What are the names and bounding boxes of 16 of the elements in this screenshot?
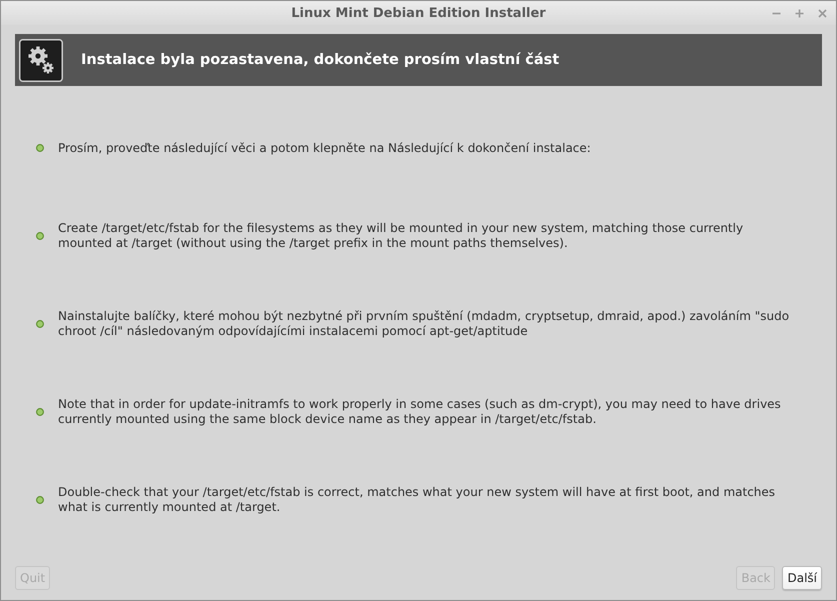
bullet-dot-icon xyxy=(36,144,44,152)
maximize-icon[interactable] xyxy=(795,9,804,18)
bullet-dot-icon xyxy=(36,320,44,328)
step-text: Prosím, proveďte následující věci a potom klepněte na Následující k dokončení instalace: xyxy=(58,140,591,156)
step-text: Create /target/etc/fstab for the filesystems as they will be mounted in your new system, matching those currently mounted at /target (without using the /target prefix in the mount paths themselves). xyxy=(58,221,744,251)
next-button[interactable]: Další xyxy=(782,566,822,590)
step-text: Double-check that your /target/etc/fstab is correct, matches what your new system will have at first boot, and matches what is currently mounted at /target. xyxy=(58,485,776,515)
close-icon[interactable] xyxy=(818,9,827,18)
gears-icon xyxy=(19,38,63,82)
bullet-dot-icon xyxy=(36,232,44,240)
window-title: Linux Mint Debian Edition Installer xyxy=(291,6,546,20)
bullet-dot-icon xyxy=(36,496,44,504)
step-text: Note that in order for update-initramfs to work properly in some cases (such as dm-crypt), you may need to have drives currently mounted using the same block device name as they appear in /target/etc/fstab. xyxy=(58,397,782,427)
bullet-dot-icon xyxy=(36,408,44,416)
step-text: Nainstalujte balíčky, které mohou být nezbytné při prvním spuštění (mdadm, cryptsetup, dmraid, apod.) zavoláním "sudo chroot /cíl" následovaným odpovídajícími instalacemi pomocí apt-get/aptitude xyxy=(58,309,790,339)
header-title: Instalace byla pozastavena, dokončete prosím vlastní část xyxy=(81,52,560,68)
